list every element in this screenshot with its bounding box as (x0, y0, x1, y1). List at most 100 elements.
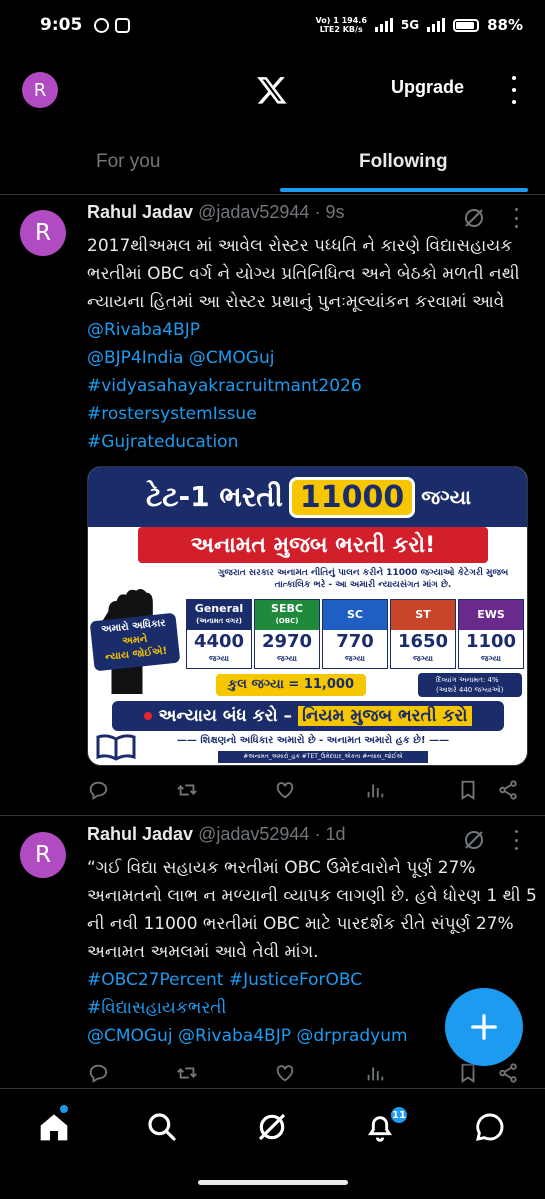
tab-for-you[interactable]: For you (96, 151, 160, 173)
views-icon[interactable] (364, 1062, 386, 1084)
divyang-note: દિવ્યાંગ અનામત: 4% (આશરે 440 જગ્યાઓ) (418, 673, 522, 697)
network-type: 5G (400, 18, 420, 32)
grok-icon[interactable] (462, 828, 486, 852)
category-head: EWS (459, 600, 523, 630)
red-dot-icon (144, 712, 153, 720)
repost-icon[interactable] (176, 1062, 198, 1084)
grok-nav-icon[interactable] (256, 1111, 288, 1143)
profile-avatar[interactable]: R (22, 72, 58, 108)
post-avatar[interactable]: R (20, 832, 66, 878)
post-mention[interactable]: @Rivaba4BJP (87, 320, 200, 340)
image-count: 11000 (288, 476, 416, 518)
post-hashtag[interactable]: #rostersystemIssue (87, 400, 537, 428)
app-header: R Upgrade (0, 60, 545, 120)
active-tab-indicator (280, 188, 528, 192)
grok-icon[interactable] (462, 206, 486, 230)
status-bar: 9:05 Vo) 1 194.6 LTE2 KB/s 5G 88% (0, 0, 545, 50)
post-author-name[interactable]: Rahul Jadav (87, 824, 193, 844)
post-author-handle[interactable]: @jadav52944 (198, 202, 309, 222)
image-count-suffix: જગ્યા (421, 485, 472, 509)
category-head: ST (391, 600, 455, 630)
post-time: 9s (325, 202, 345, 222)
battery-percent: 88% (487, 16, 523, 34)
post-text: 2017થીઅમલ માં આવેલ રોસ્ટર પધ્ધતિ ને કારણ… (87, 232, 537, 456)
like-icon[interactable] (274, 779, 296, 801)
post-hashtag[interactable]: #vidyasahayakracruitmant2026 (87, 372, 537, 400)
category-value: 1100 જગ્યા (459, 630, 523, 668)
category-column: General (અનામત વગર) 4400 જગ્યા (186, 599, 252, 669)
messages-icon[interactable] (474, 1111, 506, 1143)
gesture-home-indicator[interactable] (198, 1180, 348, 1185)
demand-right: નિયમ મુજબ ભરતી કરો (298, 706, 472, 726)
status-time: 9:05 (40, 15, 83, 35)
home-unread-dot (60, 1105, 68, 1113)
category-head: SEBC (OBC) (255, 600, 319, 630)
whatsapp-icon (94, 17, 110, 33)
views-icon[interactable] (364, 779, 386, 801)
post-more-icon[interactable] (510, 830, 522, 850)
post-hashtag[interactable]: #Gujrateducation (87, 428, 537, 456)
image-banner: અનામત મુજબ ભરતી કરો! (138, 527, 488, 563)
category-column: SC 770 જગ્યા (322, 599, 388, 669)
upgrade-button[interactable]: Upgrade (391, 77, 464, 98)
post[interactable]: R Rahul Jadav @jadav52944 · 9s 2017થીઅમલ… (0, 196, 545, 816)
reply-icon[interactable] (87, 779, 109, 801)
post-actions (87, 779, 527, 803)
tab-following[interactable]: Following (359, 151, 448, 173)
book-icon (96, 734, 136, 761)
reply-icon[interactable] (87, 1062, 109, 1084)
category-value: 2970 જગ્યા (255, 630, 319, 668)
share-icon[interactable] (497, 1062, 519, 1084)
post-header: Rahul Jadav @jadav52944 · 1d (87, 824, 345, 845)
battery-icon (453, 18, 480, 32)
post-author-handle[interactable]: @jadav52944 (198, 824, 309, 844)
image-hashtags: #અનામત_અમારો_હક #TET_ઉમેદવાર_એકતા #ન્યાય… (218, 751, 428, 763)
post-time: 1d (325, 824, 346, 844)
post-body-text: “ગઈ વિદ્યા સહાયક ભરતીમાં OBC ઉમેદવારોને … (87, 858, 537, 962)
category-column: ST 1650 જગ્યા (390, 599, 456, 669)
category-head: SC (323, 600, 387, 630)
signal-bars-icon (374, 18, 393, 32)
total-posts: કુલ જગ્યા = 11,000 (216, 674, 366, 696)
post-separator: · (314, 202, 321, 222)
demand-banner: અન્યાય બંધ કરો – નિયમ મુજબ ભરતી કરો (112, 701, 504, 731)
x-logo-icon (257, 77, 287, 104)
image-title-bar: ટેટ-1 ભરતી 11000 જગ્યા (88, 467, 527, 527)
post-image[interactable]: ટેટ-1 ભરતી 11000 જગ્યા અનામત મુજબ ભરતી ક… (87, 466, 528, 766)
post-actions (87, 1062, 527, 1086)
search-icon[interactable] (146, 1111, 178, 1143)
battery-fill (456, 21, 474, 29)
signal-bars-icon-2 (427, 18, 446, 32)
post-avatar[interactable]: R (20, 210, 66, 256)
compose-post-button[interactable] (445, 988, 523, 1066)
post-link[interactable]: @BJP4India @CMOGuj (87, 344, 537, 372)
post-header: Rahul Jadav @jadav52944 · 9s (87, 202, 344, 223)
timeline-tabs: For you Following (0, 135, 545, 195)
notification-badge: 11 (389, 1105, 409, 1125)
post-more-icon[interactable] (510, 208, 522, 228)
category-column: EWS 1100 જગ્યા (458, 599, 524, 669)
bookmark-icon[interactable] (457, 779, 479, 801)
instagram-icon (115, 17, 131, 33)
demand-left: અન્યાય બંધ કરો – (158, 706, 293, 726)
category-head: General (અનામત વગર) (187, 600, 251, 630)
network-speed: Vo) 1 194.6 LTE2 KB/s (315, 16, 367, 34)
rights-line: —— શિક્ષણનો અધિકાર અમારો છે - અનામત અમાર… (176, 735, 450, 746)
home-icon[interactable] (38, 1111, 70, 1143)
category-value: 4400 જગ્યા (187, 630, 251, 668)
category-value: 1650 જગ્યા (391, 630, 455, 668)
plus-icon (471, 1014, 497, 1040)
like-icon[interactable] (274, 1062, 296, 1084)
post-body-text: 2017થીઅમલ માં આવેલ રોસ્ટર પધ્ધતિ ને કારણ… (87, 236, 520, 312)
overflow-menu-icon[interactable] (508, 76, 520, 104)
image-title: ટેટ-1 ભરતી (145, 480, 283, 513)
post-author-name[interactable]: Rahul Jadav (87, 202, 193, 222)
rights-tag: અમારો અધિકાર અમને ન્યાય જોઈએ! (89, 612, 181, 672)
repost-icon[interactable] (176, 779, 198, 801)
category-table: General (અનામત વગર) 4400 જગ્યા SEBC (OBC) 2970… (186, 599, 524, 669)
share-icon[interactable] (497, 779, 519, 801)
category-value: 770 જગ્યા (323, 630, 387, 668)
post-separator: · (314, 824, 321, 844)
category-column: SEBC (OBC) 2970 જગ્યા (254, 599, 320, 669)
image-subtitle: ગુજરાત સરકાર અનામત નીતિનું પાલન કરીને 11… (217, 568, 509, 590)
